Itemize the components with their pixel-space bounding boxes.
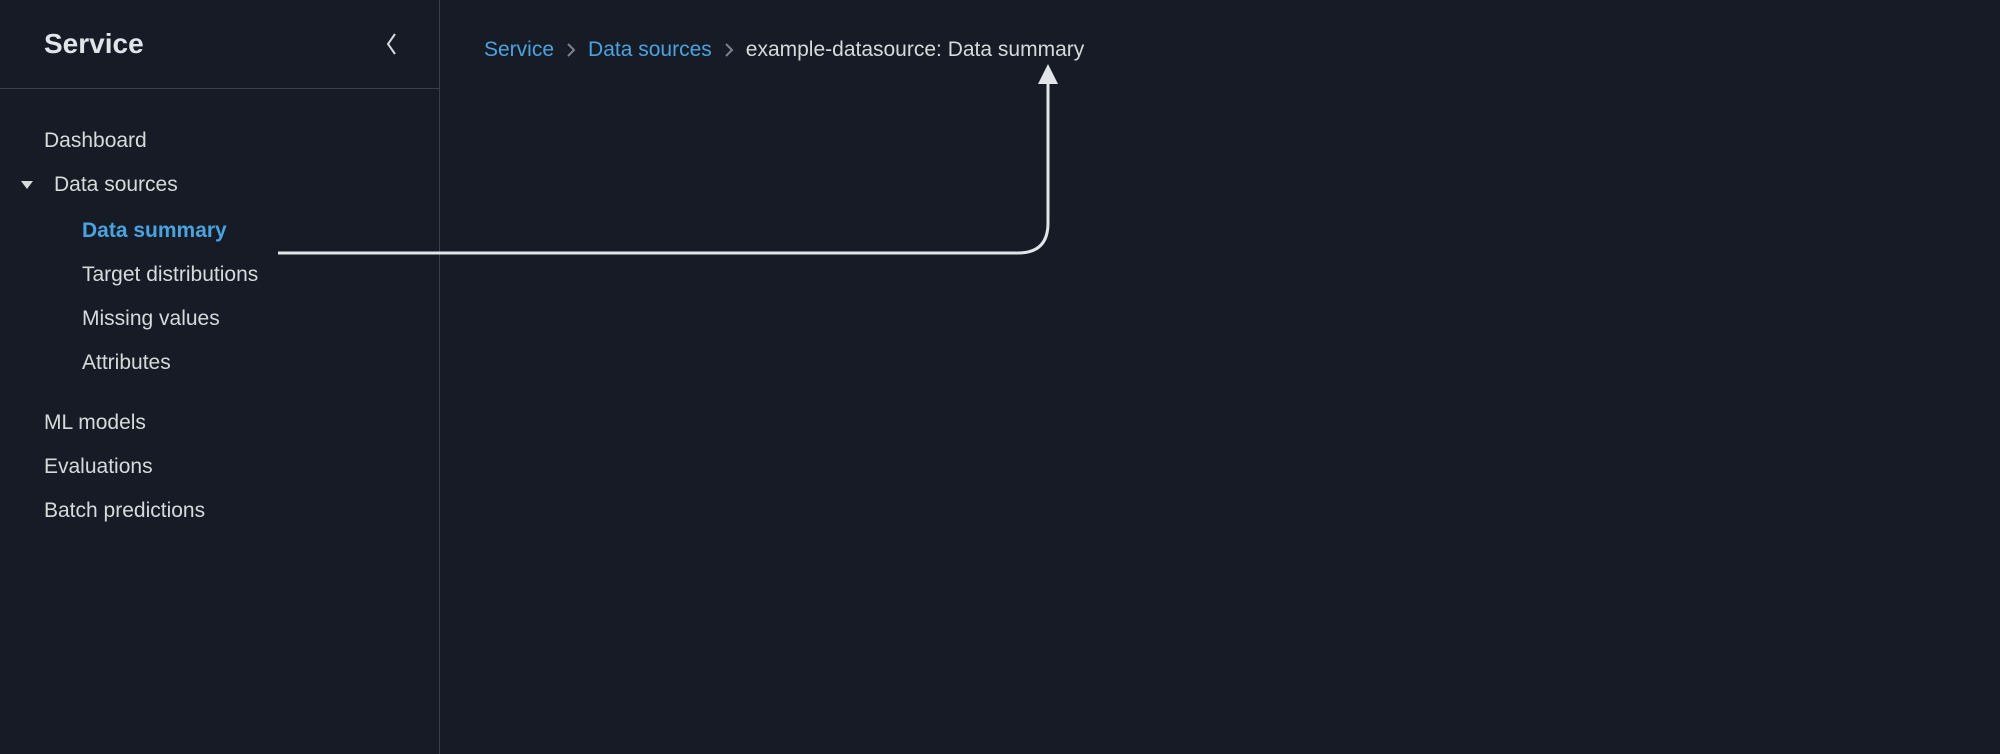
sidebar-item-label: Target distributions bbox=[82, 263, 258, 286]
sidebar-item-dashboard[interactable]: Dashboard bbox=[0, 119, 439, 163]
sidebar-item-label: Data summary bbox=[82, 219, 227, 242]
sidebar-subgroup-data-sources: Data summary Target distributions Missin… bbox=[0, 207, 439, 387]
sidebar-header: Service bbox=[0, 0, 439, 89]
caret-down-icon bbox=[20, 178, 44, 192]
breadcrumb-current: example-datasource: Data summary bbox=[746, 38, 1084, 62]
sidebar-item-attributes[interactable]: Attributes bbox=[0, 341, 439, 385]
main-content: Service Data sources example-datasource:… bbox=[440, 0, 2000, 754]
sidebar-item-label: Data sources bbox=[54, 173, 178, 197]
sidebar-item-batch-predictions[interactable]: Batch predictions bbox=[0, 489, 439, 533]
sidebar-item-data-summary[interactable]: Data summary bbox=[0, 209, 439, 253]
sidebar-item-label: Batch predictions bbox=[44, 499, 205, 523]
chevron-right-icon bbox=[566, 42, 576, 58]
collapse-sidebar-icon[interactable] bbox=[385, 32, 399, 56]
breadcrumb-data-sources[interactable]: Data sources bbox=[588, 38, 712, 62]
sidebar: Service Dashboard Data sources Data summ… bbox=[0, 0, 440, 754]
sidebar-item-evaluations[interactable]: Evaluations bbox=[0, 445, 439, 489]
sidebar-item-missing-values[interactable]: Missing values bbox=[0, 297, 439, 341]
chevron-right-icon bbox=[724, 42, 734, 58]
service-title: Service bbox=[44, 28, 144, 60]
sidebar-item-label: Missing values bbox=[82, 307, 220, 330]
sidebar-item-target-distributions[interactable]: Target distributions bbox=[0, 253, 439, 297]
sidebar-item-data-sources[interactable]: Data sources bbox=[0, 163, 439, 207]
breadcrumb-service[interactable]: Service bbox=[484, 38, 554, 62]
sidebar-item-label: ML models bbox=[44, 411, 146, 435]
sidebar-item-label: Attributes bbox=[82, 351, 171, 374]
sidebar-item-label: Evaluations bbox=[44, 455, 153, 479]
sidebar-item-label: Dashboard bbox=[44, 129, 147, 153]
sidebar-nav: Dashboard Data sources Data summary Targ… bbox=[0, 89, 439, 533]
sidebar-item-ml-models[interactable]: ML models bbox=[0, 401, 439, 445]
breadcrumb: Service Data sources example-datasource:… bbox=[484, 38, 1956, 62]
